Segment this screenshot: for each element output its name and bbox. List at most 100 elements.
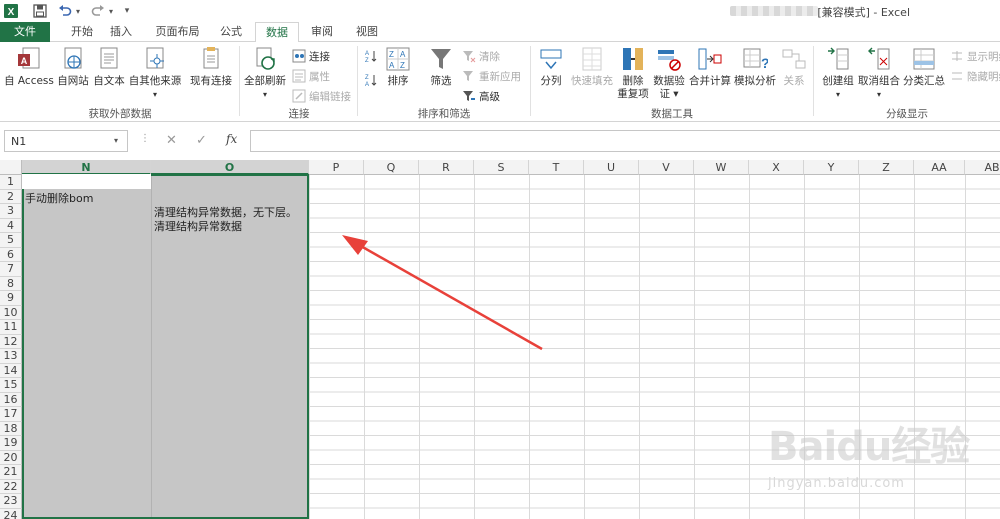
name-box[interactable]: N1: [4, 130, 128, 152]
column-header-q[interactable]: Q: [364, 160, 419, 175]
column-header-n[interactable]: N: [22, 160, 151, 175]
column-header-w[interactable]: W: [694, 160, 749, 175]
formula-input[interactable]: [250, 130, 1000, 152]
remove-duplicates-button[interactable]: 删除 重复项: [616, 46, 650, 101]
clear-filter-label: 清除: [479, 50, 500, 63]
select-all-corner[interactable]: [0, 160, 22, 175]
insert-function-icon[interactable]: fx: [226, 132, 237, 146]
column-header-aa[interactable]: AA: [914, 160, 965, 175]
row-header[interactable]: 19: [0, 436, 22, 451]
clear-filter-button[interactable]: 清除: [462, 48, 500, 64]
tab-home[interactable]: 开始: [62, 22, 102, 42]
column-header-o[interactable]: O: [151, 160, 309, 175]
filter-button[interactable]: 筛选: [424, 46, 458, 88]
refresh-all-button[interactable]: 全部刷新 ▾: [242, 46, 288, 101]
existing-connections-button[interactable]: 现有连接: [188, 46, 234, 88]
column-header-ab[interactable]: AB: [965, 160, 1000, 175]
from-web-label: 自网站: [57, 75, 89, 87]
row-header[interactable]: 5: [0, 233, 22, 248]
from-other-sources-button[interactable]: 自其他来源 ▾: [128, 46, 182, 101]
cell-n2[interactable]: 手动删除bom: [25, 190, 93, 206]
from-text-label: 自文本: [93, 75, 125, 87]
column-header-u[interactable]: U: [584, 160, 639, 175]
tab-view[interactable]: 视图: [350, 22, 384, 42]
what-if-analysis-button[interactable]: ? 模拟分析: [733, 46, 777, 88]
column-header-z[interactable]: Z: [859, 160, 914, 175]
from-web-button[interactable]: 自网站: [55, 46, 91, 88]
cell-o4[interactable]: 清理结构异常数据: [154, 218, 242, 234]
relationships-button[interactable]: 关系: [779, 46, 809, 88]
row-header[interactable]: 17: [0, 407, 22, 422]
row-header[interactable]: 10: [0, 305, 22, 320]
text-to-columns-button[interactable]: 分列: [536, 46, 566, 88]
subtotal-button[interactable]: 分类汇总: [902, 46, 946, 88]
row-header[interactable]: 16: [0, 392, 22, 407]
sort-descending-button[interactable]: ZA: [364, 72, 381, 88]
column-header-s[interactable]: S: [474, 160, 529, 175]
row-header[interactable]: 22: [0, 479, 22, 494]
reapply-filter-button[interactable]: 重新应用: [462, 68, 521, 84]
tab-file[interactable]: 文件: [0, 22, 50, 42]
advanced-filter-button[interactable]: 高级: [462, 88, 500, 104]
tab-review[interactable]: 审阅: [305, 22, 339, 42]
show-detail-button[interactable]: 显示明细: [950, 48, 1000, 64]
ungroup-label: 取消组合: [858, 75, 900, 87]
cancel-icon[interactable]: ✕: [166, 133, 177, 148]
refresh-all-label: 全部刷新: [244, 75, 286, 87]
tab-formulas[interactable]: 公式: [215, 22, 247, 42]
ungroup-button[interactable]: 取消组合 ▾: [857, 46, 901, 101]
hide-detail-button[interactable]: 隐藏明细: [950, 68, 1000, 84]
flash-fill-button[interactable]: 快速填充: [570, 46, 614, 88]
sort-ascending-button[interactable]: AZ: [364, 48, 381, 64]
sort-descending-icon: ZA: [365, 75, 377, 87]
row-header[interactable]: 9: [0, 291, 22, 306]
row-header[interactable]: 7: [0, 262, 22, 277]
row-header[interactable]: 2: [0, 189, 22, 204]
row-header[interactable]: 12: [0, 334, 22, 349]
title-bar: X ▾ ▾ ▾ [兼容模式] - Excel: [0, 0, 1000, 22]
sort-button[interactable]: ZAAZ 排序: [383, 46, 413, 88]
reapply-filter-icon: [463, 71, 473, 81]
from-access-button[interactable]: A 自 Access: [4, 46, 54, 88]
row-header[interactable]: 6: [0, 247, 22, 262]
gridline: [639, 175, 640, 519]
row-header[interactable]: 21: [0, 465, 22, 480]
gridline: [309, 175, 310, 519]
row-header[interactable]: 1: [0, 175, 22, 190]
row-header[interactable]: 13: [0, 349, 22, 364]
gridline: [694, 175, 695, 519]
column-header-p[interactable]: P: [309, 160, 364, 175]
row-header[interactable]: 18: [0, 421, 22, 436]
properties-button[interactable]: 属性: [292, 68, 330, 84]
tab-insert[interactable]: 插入: [106, 22, 136, 42]
column-header-x[interactable]: X: [749, 160, 804, 175]
row-header[interactable]: 4: [0, 218, 22, 233]
connections-button[interactable]: 连接: [292, 48, 330, 64]
filter-label: 筛选: [430, 75, 452, 87]
row-header[interactable]: 24: [0, 508, 22, 519]
clear-filter-icon: [463, 51, 476, 63]
group-button[interactable]: 创建组 ▾: [818, 46, 858, 101]
row-header[interactable]: 20: [0, 450, 22, 465]
column-header-y[interactable]: Y: [804, 160, 859, 175]
from-text-button[interactable]: 自文本: [91, 46, 127, 88]
edit-links-button[interactable]: 编辑链接: [292, 88, 351, 104]
row-header[interactable]: 15: [0, 378, 22, 393]
enter-icon[interactable]: ✓: [196, 133, 207, 148]
show-detail-icon: [952, 51, 962, 61]
tab-data[interactable]: 数据: [255, 22, 299, 43]
row-header[interactable]: 3: [0, 204, 22, 219]
column-header-v[interactable]: V: [639, 160, 694, 175]
active-cell-n1[interactable]: [22, 174, 151, 189]
name-box-dropdown-icon[interactable]: ▾: [114, 136, 118, 145]
consolidate-button[interactable]: 合并计算: [688, 46, 732, 88]
row-header[interactable]: 8: [0, 276, 22, 291]
row-header[interactable]: 23: [0, 494, 22, 509]
tab-page-layout[interactable]: 页面布局: [150, 22, 205, 42]
column-header-r[interactable]: R: [419, 160, 474, 175]
svg-text:A: A: [389, 61, 395, 70]
row-header[interactable]: 14: [0, 363, 22, 378]
row-header[interactable]: 11: [0, 320, 22, 335]
data-validation-button[interactable]: 数据验 证 ▾: [651, 46, 687, 101]
column-header-t[interactable]: T: [529, 160, 584, 175]
